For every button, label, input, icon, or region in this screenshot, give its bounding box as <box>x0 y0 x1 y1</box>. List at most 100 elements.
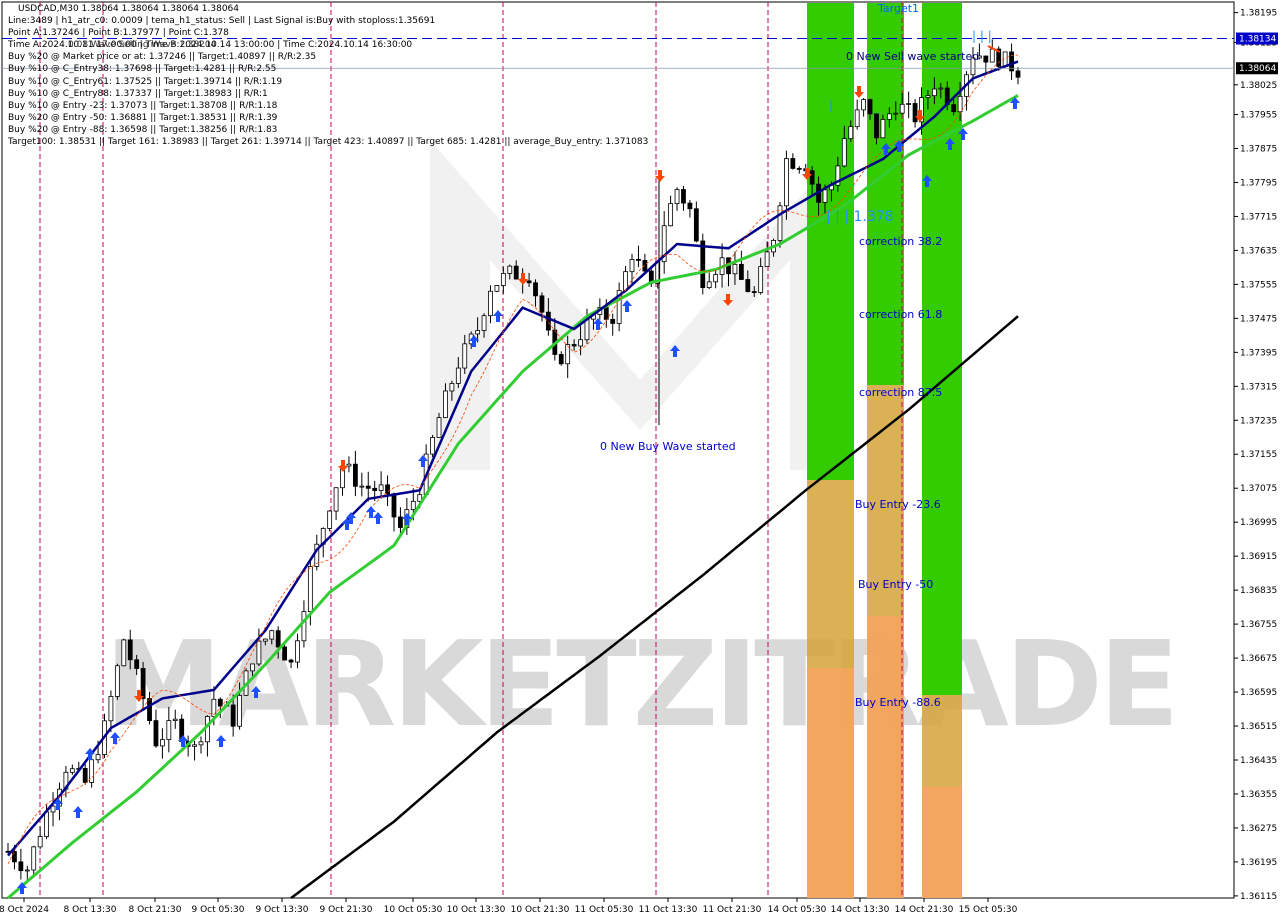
y-tick-label-25: 1.36195 <box>1240 858 1277 868</box>
candle-body <box>526 280 532 284</box>
x-tick-label-14: 14 Oct 21:30 <box>895 905 954 915</box>
candle-body <box>69 768 75 773</box>
candle-body <box>693 208 699 242</box>
candle-body <box>391 493 397 518</box>
candle-body <box>777 205 783 241</box>
x-tick-label-4: 9 Oct 13:30 <box>256 905 309 915</box>
y-tick-label-16: 1.36915 <box>1240 552 1277 562</box>
candle-body <box>31 846 37 871</box>
single-tick-label: | <box>829 98 833 112</box>
candle-body <box>796 167 802 170</box>
candle-body <box>211 698 217 717</box>
correction-875-label: correction 87.5 <box>859 386 942 399</box>
candle-body <box>867 99 873 115</box>
x-tick-label-6: 10 Oct 05:30 <box>384 905 443 915</box>
candle-body <box>256 640 262 665</box>
candle-body <box>893 112 899 115</box>
candle-body <box>610 318 616 324</box>
candle-body <box>706 281 712 288</box>
info-line-8: Buy %20 @ Entry -50: 1.36881 || Target:1… <box>8 112 278 123</box>
candle-body <box>983 55 989 63</box>
y-tick-label-3: 1.37955 <box>1240 111 1277 121</box>
y-tick-label-15: 1.36995 <box>1240 518 1277 528</box>
y-tick-label-19: 1.36675 <box>1240 654 1277 664</box>
candle-body <box>462 343 468 369</box>
candle-body <box>282 646 288 661</box>
candle-body <box>333 487 339 512</box>
candle-body <box>951 104 957 113</box>
candle-body <box>237 694 242 727</box>
chart-container: MARKETZITRADE1.381951.381251.380251.3795… <box>0 0 1280 920</box>
y-tick-label-7: 1.37635 <box>1240 246 1277 256</box>
candle-body <box>327 510 333 529</box>
correction-382-label: correction 38.2 <box>859 235 942 248</box>
candle-body <box>700 240 706 288</box>
candle-body <box>398 516 403 528</box>
candle-body <box>481 315 487 331</box>
candle-body <box>745 279 751 292</box>
top-ticks-label: | | | <box>972 29 992 43</box>
candle-body <box>352 463 358 487</box>
info-line-7: Buy %10 @ Entry -23: 1.37073 || Target:1… <box>8 100 278 111</box>
candle-body <box>127 639 133 661</box>
candle-body <box>668 203 674 227</box>
candle-body <box>674 189 680 205</box>
y-tick-label-12: 1.37235 <box>1240 416 1277 426</box>
candle-body <box>751 291 757 293</box>
candle-body <box>558 354 564 365</box>
buy-entry-50-label: Buy Entry -50 <box>858 578 933 591</box>
info-line-5: Buy %10 @ C_Entry61: 1.37525 || Target:1… <box>8 76 283 87</box>
candle-body <box>455 367 461 384</box>
x-tick-label-9: 11 Oct 05:30 <box>575 905 634 915</box>
candle-body <box>44 811 49 837</box>
sell-wave-label: 0 New Sell wave started <box>846 50 979 63</box>
candle-body <box>250 663 255 672</box>
candle-body <box>636 258 641 261</box>
x-tick-label-12: 14 Oct 05:30 <box>768 905 827 915</box>
candle-body <box>584 318 590 341</box>
x-tick-label-13: 14 Oct 13:30 <box>831 905 890 915</box>
y-tick-label-22: 1.36435 <box>1240 756 1277 766</box>
candle-body <box>269 630 275 640</box>
candle-body <box>443 390 448 419</box>
candle-body <box>230 704 236 727</box>
candle-body <box>359 485 365 488</box>
candle-body <box>790 158 796 169</box>
candle-body <box>134 659 140 669</box>
candle-body <box>899 103 905 114</box>
candle-body <box>301 611 307 642</box>
info-line-1: Point A:1.37246 | Point B:1.37977 | Poin… <box>8 28 229 39</box>
candle-body <box>539 295 545 313</box>
x-tick-label-8: 10 Oct 21:30 <box>511 905 570 915</box>
candle-body <box>378 484 384 491</box>
candle-body <box>545 311 551 331</box>
candle-body <box>172 718 178 722</box>
candle-body <box>938 87 944 90</box>
candle-body <box>822 189 828 203</box>
y-tick-label-13: 1.37155 <box>1240 450 1277 460</box>
candle-body <box>288 659 294 663</box>
candle-body <box>603 307 609 320</box>
info-line-3: Buy %20 @ Market price or at: 1.37246 ||… <box>8 52 317 63</box>
x-tick-label-5: 9 Oct 21:30 <box>320 905 373 915</box>
candle-body <box>848 126 854 140</box>
sell-price-tag-text: 1.38134 <box>1239 35 1276 45</box>
candle-body <box>114 665 120 697</box>
candle-body <box>809 170 815 185</box>
candle-body <box>166 720 172 741</box>
candle-body <box>385 484 390 495</box>
candle-body <box>571 344 577 347</box>
candle-body <box>108 696 114 722</box>
zone-orange-0 <box>807 668 854 898</box>
zone-orange-2 <box>922 786 962 898</box>
candle-body <box>912 103 918 123</box>
y-tick-label-20: 1.36595 <box>1240 688 1277 698</box>
zone-green-0 <box>807 3 854 480</box>
candle-body <box>906 103 912 105</box>
candle-body <box>713 274 719 283</box>
y-tick-label-2: 1.38025 <box>1240 81 1277 91</box>
candle-body <box>880 119 886 139</box>
y-tick-label-18: 1.36755 <box>1240 620 1277 630</box>
info-line-9: Buy %20 @ Entry -88: 1.36598 || Target:1… <box>8 124 278 135</box>
candle-body <box>931 88 937 97</box>
